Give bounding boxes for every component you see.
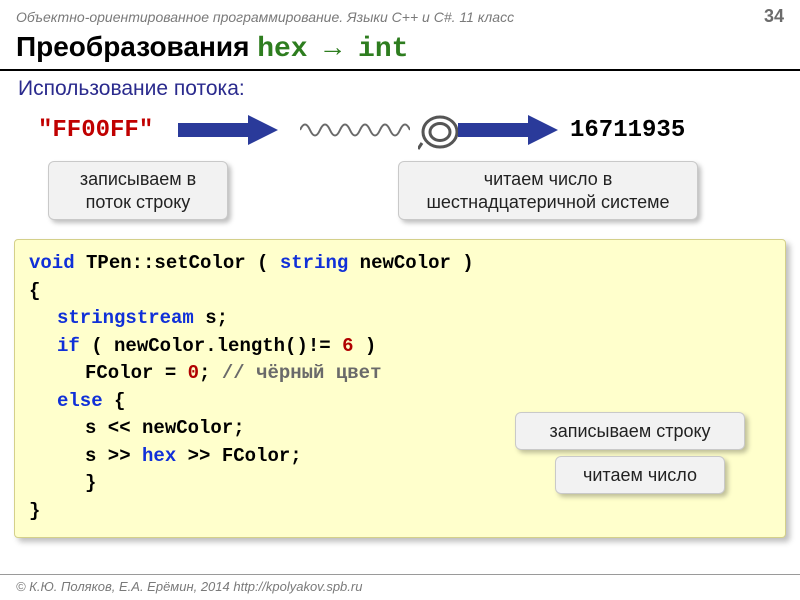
code-line-5: FColor = 0; // чёрный цвет: [29, 360, 771, 388]
code-line-4: if ( newColor.length()!= 6 ): [29, 333, 771, 361]
spring-icon: [300, 119, 410, 141]
arrow-left-icon: [178, 115, 278, 145]
copyright: © К.Ю. Поляков, Е.А. Ерёмин, 2014 http:/…: [16, 579, 362, 594]
code-line-2: {: [29, 278, 771, 306]
title-prefix: Преобразования: [16, 31, 257, 62]
code-line-1: void TPen::setColor ( string newColor ): [29, 250, 771, 278]
ring-icon: [418, 113, 462, 151]
tag-read-hex: читаем число в шестнадцатеричной системе: [398, 161, 698, 220]
page-number: 34: [764, 6, 784, 27]
hex-literal: "FF00FF": [38, 117, 153, 144]
conversion-diagram: "FF00FF" 16711935 записываем в поток стр…: [14, 105, 786, 235]
decimal-result: 16711935: [570, 117, 685, 144]
slide-footer: © К.Ю. Поляков, Е.А. Ерёмин, 2014 http:/…: [0, 574, 800, 600]
tag-read-number: читаем число: [555, 456, 725, 494]
code-block: void TPen::setColor ( string newColor ) …: [14, 239, 786, 538]
code-line-3: stringstream s;: [29, 305, 771, 333]
slide-header: Объектно-ориентированное программировани…: [0, 0, 800, 29]
course-name: Объектно-ориентированное программировани…: [16, 9, 514, 25]
arrow-right-icon: [458, 115, 558, 145]
subtitle: Использование потока:: [0, 71, 800, 101]
slide-title: Преобразования hex → int: [0, 29, 800, 65]
tag-write-to-stream: записываем в поток строку: [48, 161, 228, 220]
title-code: hex → int: [257, 34, 408, 65]
tag-write-string: записываем строку: [515, 412, 745, 450]
code-line-10: }: [29, 498, 771, 526]
